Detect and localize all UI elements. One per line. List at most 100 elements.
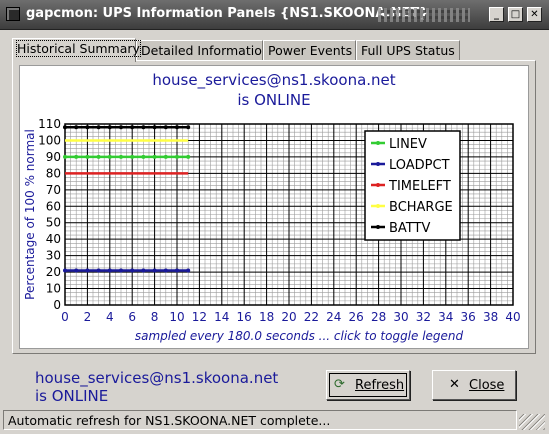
data-point-loadpct bbox=[175, 268, 179, 273]
status-bar: Automatic refresh for NS1.SKOONA.NET com… bbox=[3, 410, 517, 430]
x-tick-label: 20 bbox=[281, 310, 296, 324]
y-tick-label: 20 bbox=[46, 265, 61, 279]
refresh-button-label: Refresh bbox=[355, 378, 405, 393]
y-tick-label: 50 bbox=[46, 216, 61, 230]
tab-detailed-information[interactable]: Detailed Information bbox=[136, 40, 270, 61]
data-point-loadpct bbox=[107, 268, 112, 273]
x-tick-label: 22 bbox=[304, 310, 319, 324]
x-tick-label: 38 bbox=[483, 310, 498, 324]
legend-label-timeleft: TIMELEFT bbox=[388, 179, 451, 194]
tab-historical-summary[interactable]: Historical Summary bbox=[12, 38, 141, 62]
tab-full-ups-status[interactable]: Full UPS Status bbox=[356, 40, 460, 61]
x-tick-label: 36 bbox=[461, 310, 476, 324]
data-point-linev bbox=[74, 154, 79, 159]
resize-grip[interactable] bbox=[519, 414, 545, 430]
legend-marker-linev bbox=[376, 141, 380, 145]
data-point-loadpct bbox=[186, 268, 191, 273]
footer-host-label: house_services@ns1.skoona.net bbox=[35, 369, 279, 387]
x-tick-label: 14 bbox=[214, 310, 229, 324]
x-tick-label: 12 bbox=[192, 310, 207, 324]
data-point-linev bbox=[163, 154, 168, 159]
x-tick-label: 24 bbox=[326, 310, 341, 324]
y-tick-label: 100 bbox=[38, 133, 61, 147]
close-button[interactable]: ✕ Close bbox=[432, 370, 516, 400]
y-tick-label: 60 bbox=[46, 199, 61, 213]
y-tick-label: 80 bbox=[46, 166, 61, 180]
x-tick-label: 16 bbox=[237, 310, 252, 324]
close-button-label: Close bbox=[469, 378, 505, 393]
data-point-battv bbox=[85, 125, 90, 130]
tab-label: Power Events bbox=[268, 43, 353, 58]
x-tick-label: 0 bbox=[61, 310, 69, 324]
y-tick-label: 30 bbox=[46, 249, 61, 263]
legend-marker-timeleft bbox=[376, 183, 380, 187]
legend-marker-battv bbox=[376, 225, 380, 229]
x-tick-label: 10 bbox=[169, 310, 184, 324]
close-x-icon: ✕ bbox=[449, 377, 460, 392]
y-tick-label: 40 bbox=[46, 232, 61, 246]
x-tick-label: 34 bbox=[438, 310, 453, 324]
data-point-linev bbox=[119, 154, 123, 159]
legend-marker-loadpct bbox=[376, 162, 380, 166]
legend-label-linev: LINEV bbox=[389, 137, 427, 152]
data-point-loadpct bbox=[85, 268, 90, 273]
chart-host-title: house_services@ns1.skoona.net bbox=[152, 71, 396, 89]
history-chart-panel[interactable]: house_services@ns1.skoona.net is ONLINE … bbox=[19, 65, 529, 349]
legend-label-bcharge: BCHARGE bbox=[389, 200, 453, 215]
data-point-battv bbox=[130, 125, 135, 130]
legend-label-loadpct: LOADPCT bbox=[389, 158, 450, 173]
data-point-loadpct bbox=[119, 268, 123, 273]
x-tick-label: 4 bbox=[106, 310, 114, 324]
data-point-battv bbox=[96, 125, 101, 130]
y-tick-label: 70 bbox=[46, 183, 61, 197]
title-bar: gapcmon: UPS Information Panels {NS1.SKO… bbox=[0, 0, 549, 30]
data-point-linev bbox=[186, 154, 191, 159]
maximize-button[interactable]: □ bbox=[508, 7, 523, 22]
x-tick-label: 8 bbox=[151, 310, 159, 324]
data-point-loadpct bbox=[96, 268, 101, 273]
x-tick-label: 40 bbox=[505, 310, 520, 324]
x-tick-label: 18 bbox=[259, 310, 274, 324]
legend-label-battv: BATTV bbox=[389, 221, 430, 236]
data-point-linev bbox=[63, 154, 67, 159]
data-point-battv bbox=[163, 125, 168, 130]
data-point-battv bbox=[74, 125, 79, 130]
history-chart[interactable]: 0 2 4 6 8 10 12 14 16 18 20 22 24 26 28 30 32 34 36 38 40010… bbox=[20, 110, 530, 350]
data-point-battv bbox=[141, 125, 146, 130]
data-point-linev bbox=[152, 154, 157, 159]
x-tick-label: 30 bbox=[393, 310, 408, 324]
data-point-loadpct bbox=[130, 268, 135, 273]
x-axis-label: sampled every 180.0 seconds ... click to… bbox=[135, 329, 464, 343]
y-tick-label: 110 bbox=[38, 117, 61, 131]
refresh-arrows-icon: ⟳ bbox=[334, 377, 345, 392]
data-point-linev bbox=[107, 154, 112, 159]
x-tick-label: 2 bbox=[84, 310, 92, 324]
refresh-button[interactable]: ⟳ Refresh bbox=[326, 370, 410, 400]
minimize-button[interactable]: _ bbox=[489, 7, 504, 22]
x-tick-label: 26 bbox=[349, 310, 364, 324]
y-axis-label: Percentage of 100 % normal bbox=[23, 129, 37, 300]
data-point-loadpct bbox=[141, 268, 146, 273]
data-point-battv bbox=[119, 125, 123, 130]
data-point-linev bbox=[175, 154, 179, 159]
data-point-linev bbox=[141, 154, 146, 159]
footer-status-label: is ONLINE bbox=[35, 387, 109, 405]
data-point-loadpct bbox=[152, 268, 157, 273]
y-tick-label: 0 bbox=[53, 298, 61, 312]
data-point-battv bbox=[152, 125, 157, 130]
y-tick-label: 10 bbox=[46, 282, 61, 296]
data-point-linev bbox=[96, 154, 101, 159]
x-tick-label: 6 bbox=[128, 310, 136, 324]
close-window-button[interactable]: ✕ bbox=[527, 7, 542, 22]
data-point-loadpct bbox=[163, 268, 168, 273]
title-grip-decoration bbox=[378, 8, 470, 22]
tab-label: Detailed Information bbox=[141, 43, 270, 58]
y-tick-label: 90 bbox=[46, 150, 61, 164]
window-title: gapcmon: UPS Information Panels {NS1.SKO… bbox=[26, 6, 429, 21]
x-tick-label: 28 bbox=[371, 310, 386, 324]
app-menu-icon[interactable] bbox=[6, 7, 20, 21]
data-point-battv bbox=[63, 125, 67, 130]
data-point-battv bbox=[186, 125, 191, 130]
tab-power-events[interactable]: Power Events bbox=[263, 40, 356, 61]
data-point-loadpct bbox=[74, 268, 79, 273]
